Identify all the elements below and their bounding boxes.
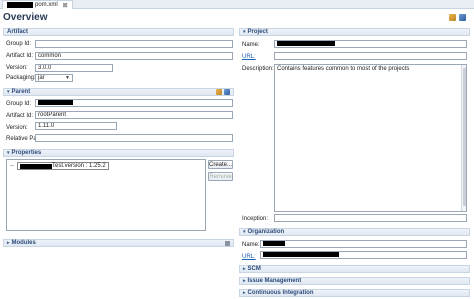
continuous-integration-header-label: Continuous Integration	[247, 290, 314, 296]
parent-header-label: Parent	[11, 89, 31, 95]
project-url-link[interactable]: URL:	[242, 54, 256, 60]
scm-header-label: SCM	[247, 266, 261, 272]
create-button[interactable]: Create...	[208, 160, 233, 169]
property-text: Test.version : 1.25.2	[52, 163, 106, 169]
artifact-header-label: Artifact	[7, 29, 29, 35]
property-entry: Test.version : 1.25.2	[17, 162, 109, 170]
artifact-id-input[interactable]: common	[35, 52, 233, 60]
organization-name-input[interactable]	[260, 240, 467, 248]
collapse-icon: ▾	[7, 150, 10, 156]
relative-path-label: Relative Pa	[6, 136, 37, 142]
description-label: Description:	[242, 66, 274, 72]
redacted-group-id	[38, 100, 73, 105]
project-name-input[interactable]	[274, 40, 467, 48]
parent-section-header[interactable]: ▾ Parent	[3, 88, 234, 96]
properties-list[interactable]: ⇔ Test.version : 1.25.2	[6, 159, 206, 231]
project-header-label: Project	[247, 29, 268, 35]
continuous-integration-section-header[interactable]: ▸ Continuous Integration	[239, 289, 470, 297]
close-icon[interactable]: ⊠	[63, 2, 68, 9]
select-parent-icon[interactable]	[216, 89, 222, 95]
packaging-select[interactable]: jar ▼	[35, 74, 73, 82]
artifact-group-id-label: Group Id:	[6, 41, 32, 47]
redacted-project-name	[277, 41, 335, 46]
list-item[interactable]: ⇔ Test.version : 1.25.2	[9, 162, 109, 170]
issue-management-header-label: Issue Management	[247, 278, 302, 284]
organization-section-header[interactable]: ▾ Organization	[239, 228, 470, 236]
description-scrollbar[interactable]	[461, 65, 466, 211]
open-parent-icon[interactable]	[224, 89, 230, 95]
collapse-icon: ▾	[243, 229, 246, 235]
editor-tab-label: pom.xml	[35, 2, 58, 8]
parent-group-id-label: Group Id:	[6, 101, 32, 107]
page-title: Overview	[3, 12, 48, 23]
property-icon: ⇔	[9, 163, 15, 169]
collapse-icon: ▾	[7, 89, 10, 95]
packaging-value: jar	[38, 75, 45, 81]
expand-icon: ▸	[243, 278, 246, 284]
organization-header-label: Organization	[247, 229, 285, 235]
modules-header-label: Modules	[11, 240, 36, 246]
editor-tab-pom[interactable]: pom.xml ⊠	[2, 0, 73, 9]
properties-section-header[interactable]: ▾ Properties	[3, 149, 234, 157]
artifact-section-header: Artifact	[3, 28, 234, 36]
chevron-down-icon: ▼	[65, 75, 70, 81]
properties-header-label: Properties	[11, 150, 42, 156]
parent-group-id-input[interactable]	[35, 99, 233, 107]
parent-artifact-id-label: Artifact Id:	[6, 113, 34, 119]
relative-path-input[interactable]	[35, 134, 233, 142]
parent-version-label: Version:	[6, 125, 28, 131]
pom-action-icon[interactable]	[449, 14, 456, 21]
remove-button[interactable]: Remove	[208, 172, 233, 181]
project-name-label: Name:	[242, 42, 260, 48]
packaging-label: Packaging:	[6, 75, 36, 81]
collapse-icon: ▾	[243, 29, 246, 35]
inception-label: Inception:	[242, 216, 269, 222]
parent-version-input[interactable]: 1.11.0	[35, 122, 117, 130]
parent-artifact-id-input[interactable]: rootParent	[35, 111, 233, 119]
parent-toolbar	[216, 89, 230, 95]
description-textarea[interactable]: Contains features common to most of the …	[274, 64, 467, 212]
scm-section-header[interactable]: ▸ SCM	[239, 265, 470, 273]
expand-icon: ▸	[243, 290, 246, 296]
project-section-header[interactable]: ▾ Project	[239, 28, 470, 36]
editor-tab-bar: pom.xml ⊠	[0, 0, 474, 9]
modules-section-header[interactable]: ▸ Modules	[3, 239, 234, 247]
header-toolbar	[449, 14, 466, 21]
artifact-id-label: Artifact Id:	[6, 53, 34, 59]
redacted-org-name	[263, 241, 285, 246]
refresh-icon[interactable]	[459, 14, 466, 21]
redacted-org-url	[263, 252, 339, 257]
description-text: Contains features common to most of the …	[277, 66, 410, 72]
expand-icon: ▸	[243, 266, 246, 272]
scroll-thumb[interactable]	[463, 68, 466, 206]
inception-input[interactable]	[274, 214, 467, 222]
organization-url-input[interactable]	[260, 251, 467, 259]
organization-name-label: Name:	[242, 242, 260, 248]
modules-toolbar-icon[interactable]	[225, 241, 230, 246]
redacted-project-name	[7, 2, 33, 8]
expand-icon: ▸	[7, 240, 10, 246]
redacted-property-prefix	[20, 163, 52, 169]
project-url-input[interactable]	[274, 52, 467, 60]
artifact-group-id-input[interactable]	[35, 40, 233, 48]
organization-url-link[interactable]: URL:	[242, 254, 256, 260]
issue-management-section-header[interactable]: ▸ Issue Management	[239, 277, 470, 285]
artifact-version-input[interactable]: 3.0.0	[35, 64, 113, 72]
artifact-version-label: Version:	[6, 65, 28, 71]
